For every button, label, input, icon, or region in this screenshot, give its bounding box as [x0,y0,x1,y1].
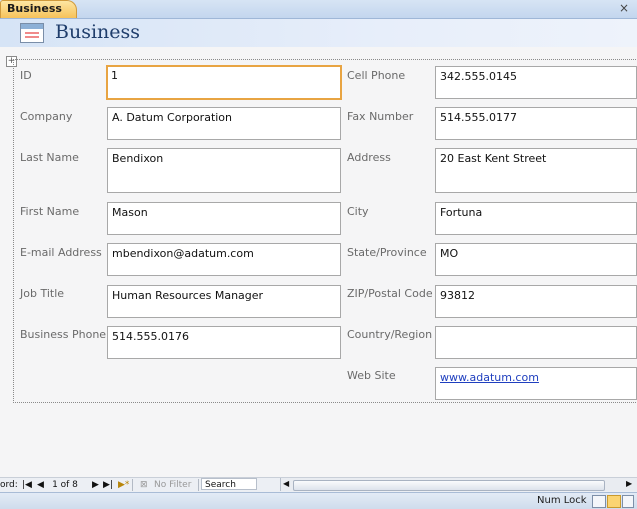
label-company: Company [20,110,73,123]
next-record-button[interactable]: ▶ [92,479,99,491]
record-navigation-bar: ord: |◀ ◀ 1 of 8 ▶ ▶| ▶* ⊠ No Filter Sea… [0,477,637,492]
new-record-button[interactable]: ▶* [118,479,129,491]
last-name-field[interactable]: Bendixon [107,148,341,193]
label-cell-phone: Cell Phone [347,69,406,82]
design-view-icon[interactable] [622,495,634,508]
document-tab-strip: Business × [0,0,637,19]
scroll-right-icon[interactable]: ▶ [626,478,632,490]
page-title: Business [55,21,141,43]
label-city: City [347,205,369,218]
label-country-region: Country/Region [347,328,433,341]
last-record-button[interactable]: ▶| [103,479,113,491]
label-state-province: State/Province [347,246,427,259]
label-address: Address [347,151,391,164]
record-position[interactable]: 1 of 8 [47,479,83,491]
label-business-phone: Business Phone [20,328,107,341]
zip-field[interactable]: 93812 [435,285,637,318]
first-name-field[interactable]: Mason [107,202,341,235]
label-email: E-mail Address [20,246,102,259]
no-filter-indicator[interactable]: No Filter [154,479,191,491]
form-view-icon[interactable] [592,495,606,508]
city-field[interactable]: Fortuna [435,202,637,235]
email-field[interactable]: mbendixon@adatum.com [107,243,341,276]
scroll-left-icon[interactable]: ◀ [283,478,289,490]
label-fax-number: Fax Number [347,110,414,123]
status-bar: Num Lock [0,492,637,509]
label-job-title: Job Title [20,287,65,300]
search-input[interactable]: Search [201,478,257,490]
business-phone-field[interactable]: 514.555.0176 [107,326,341,359]
cell-phone-field[interactable]: 342.555.0145 [435,66,637,99]
form-header: Business [0,19,637,47]
web-site-field[interactable]: www.adatum.com [435,367,637,400]
company-field[interactable]: A. Datum Corporation [107,107,341,140]
label-zip: ZIP/Postal Code [347,287,433,300]
horizontal-scrollbar[interactable]: ◀ ▶ [280,478,637,491]
filter-icon: ⊠ [140,480,148,490]
layout-view-icon[interactable] [607,495,621,508]
tab-business[interactable]: Business [0,0,77,18]
record-label: ord: [0,480,18,490]
first-record-button[interactable]: |◀ [22,479,32,491]
form-detail-area: + ID 1 Company A. Datum Corporation Last… [0,47,637,477]
label-last-name: Last Name [20,151,79,164]
prev-record-button[interactable]: ◀ [37,479,44,491]
label-first-name: First Name [20,205,80,218]
form-icon [20,23,44,43]
num-lock-indicator: Num Lock [537,495,587,506]
scroll-thumb[interactable] [293,480,605,491]
label-id: ID [20,69,32,82]
address-field[interactable]: 20 East Kent Street [435,148,637,193]
web-site-link[interactable]: www.adatum.com [440,371,539,384]
close-icon[interactable]: × [619,1,629,15]
country-region-field[interactable] [435,326,637,359]
fax-number-field[interactable]: 514.555.0177 [435,107,637,140]
job-title-field[interactable]: Human Resources Manager [107,285,341,318]
label-web-site: Web Site [347,369,396,382]
id-field[interactable]: 1 [106,65,342,100]
state-province-field[interactable]: MO [435,243,637,276]
